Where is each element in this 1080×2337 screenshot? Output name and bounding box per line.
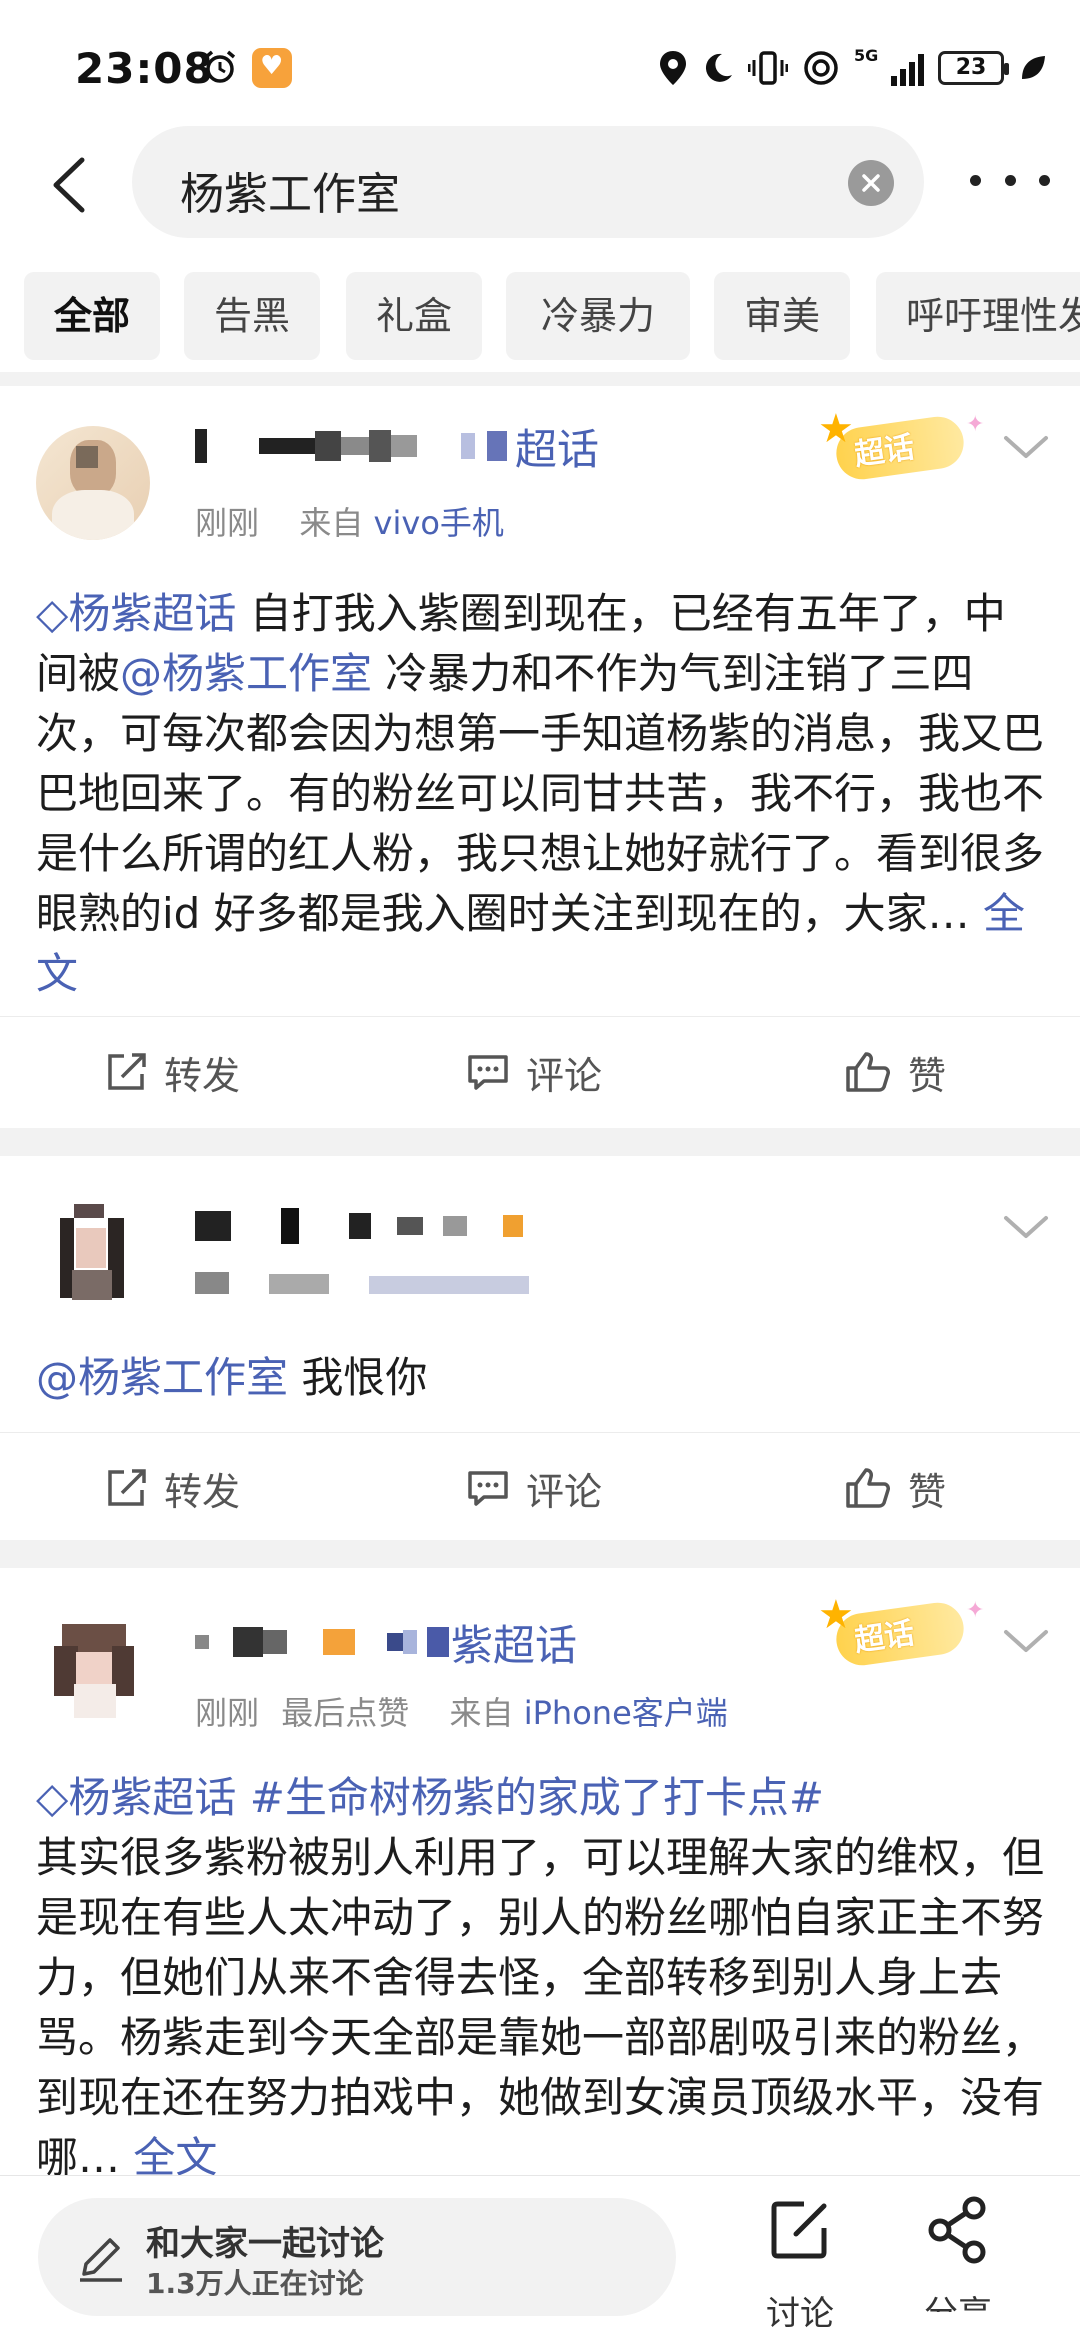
repost-icon bbox=[108, 1053, 146, 1090]
post-meta bbox=[195, 1264, 530, 1302]
repost-button[interactable]: 转发 bbox=[104, 1433, 240, 1543]
chevron-down-icon[interactable] bbox=[1002, 1212, 1050, 1242]
app-notification-icon bbox=[252, 48, 292, 88]
location-icon bbox=[660, 51, 686, 85]
edit-icon bbox=[771, 2201, 827, 2259]
back-button[interactable] bbox=[38, 150, 98, 220]
chevron-down-icon[interactable] bbox=[1002, 1626, 1050, 1656]
status-icons: 5G 23 bbox=[658, 46, 1048, 90]
status-time: 23:08 bbox=[75, 44, 214, 93]
user-name[interactable]: 紫超话 bbox=[195, 1612, 577, 1672]
chevron-down-icon[interactable] bbox=[1002, 432, 1050, 462]
user-name[interactable]: 超话 bbox=[195, 416, 599, 476]
post-actions: 转发 评论 赞 bbox=[0, 1432, 1080, 1542]
alarm-icon bbox=[204, 50, 236, 83]
diamond-icon: ◇ bbox=[36, 589, 69, 638]
user-name-suffix: 紫超话 bbox=[451, 1620, 578, 1670]
network-type: 5G bbox=[854, 46, 879, 65]
comment-icon bbox=[468, 1055, 508, 1090]
user-name-suffix: 超话 bbox=[515, 424, 600, 474]
comment-button[interactable]: 评论 bbox=[466, 1433, 602, 1543]
tab-gift-box[interactable]: 礼盒 bbox=[346, 272, 482, 360]
post-body: @杨紫工作室 我恨你 bbox=[36, 1353, 428, 1402]
filter-tabs: 全部 告黑 礼盒 冷暴力 审美 呼吁理性发 bbox=[0, 268, 1080, 368]
post-card[interactable]: @杨紫工作室 我恨你 转发 评论 赞 bbox=[0, 1156, 1080, 1540]
hashtag-link[interactable]: #生命树杨紫的家成了打卡点# bbox=[250, 1773, 824, 1822]
avatar[interactable] bbox=[36, 426, 150, 540]
avatar[interactable] bbox=[36, 1194, 150, 1308]
post-body: ◇杨紫超话 自打我入紫圈到现在，已经有五年了，中间被@杨紫工作室 冷暴力和不作为… bbox=[36, 589, 1045, 998]
post-time: 刚刚 bbox=[195, 504, 260, 542]
vibrate-icon bbox=[748, 51, 788, 85]
thumbs-up-icon bbox=[846, 1052, 890, 1092]
share-button[interactable]: 分享 bbox=[908, 2194, 1008, 2334]
search-header: 杨紫工作室 bbox=[0, 120, 1080, 250]
signal-indicator: 5G bbox=[854, 46, 924, 86]
topic-link[interactable]: ◇杨紫超话 bbox=[36, 1773, 236, 1822]
tab-rational-appeal[interactable]: 呼吁理性发 bbox=[876, 272, 1080, 360]
divider bbox=[0, 1128, 1080, 1156]
search-query: 杨紫工作室 bbox=[180, 169, 400, 220]
discuss-title: 和大家一起讨论 bbox=[146, 2224, 384, 2264]
post-card[interactable]: 紫超话 刚刚 最后点赞 来自 iPhone客户端 ★ 超话 ✦ ◇杨紫超话 #生… bbox=[0, 1568, 1080, 2182]
like-button[interactable]: 赞 bbox=[844, 1017, 946, 1127]
thumbs-up-icon bbox=[846, 1468, 890, 1508]
post-card[interactable]: 超话 刚刚 来自 vivo手机 ★ 超话 ✦ ◇杨紫超话 自打我入紫圈到现在，已… bbox=[0, 386, 1080, 1128]
post-body: ◇杨紫超话 #生命树杨紫的家成了打卡点# 其实很多紫粉被别人利用了，可以理解大家… bbox=[36, 1773, 1045, 2182]
search-input[interactable]: 杨紫工作室 bbox=[132, 126, 924, 238]
star-icon: ★ bbox=[818, 406, 854, 452]
diamond-icon: ◇ bbox=[36, 1773, 69, 1822]
status-bar: 23:08 5G 23 bbox=[0, 0, 1080, 135]
divider bbox=[0, 372, 1080, 386]
mention-link[interactable]: @杨紫工作室 bbox=[36, 1353, 288, 1402]
super-topic-badge: ★ 超话 ✦ bbox=[818, 1592, 988, 1678]
source-prefix: 来自 bbox=[299, 504, 364, 542]
pencil-icon bbox=[80, 2238, 122, 2282]
hotspot-icon bbox=[804, 51, 838, 85]
more-options-button[interactable] bbox=[970, 160, 1050, 200]
tab-cold-violence[interactable]: 冷暴力 bbox=[506, 272, 690, 360]
tab-all[interactable]: 全部 bbox=[24, 272, 160, 360]
discuss-button[interactable]: 讨论 bbox=[750, 2194, 850, 2334]
post-actions: 转发 评论 赞 bbox=[0, 1016, 1080, 1126]
tab-aesthetics[interactable]: 审美 bbox=[714, 272, 850, 360]
tab-report-black[interactable]: 告黑 bbox=[184, 272, 320, 360]
discuss-count: 1.3万人正在讨论 bbox=[146, 2267, 364, 2300]
repost-button[interactable]: 转发 bbox=[104, 1017, 240, 1127]
comment-icon bbox=[468, 1471, 508, 1506]
discuss-input[interactable]: 和大家一起讨论 1.3万人正在讨论 bbox=[38, 2198, 676, 2316]
share-icon bbox=[928, 2196, 986, 2264]
battery-indicator: 23 bbox=[938, 51, 1009, 85]
post-meta: 刚刚 最后点赞 来自 iPhone客户端 bbox=[195, 1688, 728, 1734]
back-arrow-icon bbox=[53, 157, 85, 213]
post-time: 刚刚 bbox=[195, 1694, 260, 1732]
leaf-icon bbox=[1022, 56, 1045, 79]
bottom-bar: 和大家一起讨论 1.3万人正在讨论 讨论 分享 bbox=[0, 2175, 1080, 2337]
sparkle-icon: ✦ bbox=[966, 1598, 985, 1623]
post-source[interactable]: vivo手机 bbox=[374, 504, 504, 542]
sparkle-icon: ✦ bbox=[966, 412, 985, 437]
user-name[interactable] bbox=[195, 1196, 523, 1256]
divider bbox=[0, 1540, 1080, 1568]
star-icon: ★ bbox=[818, 1592, 854, 1638]
clear-search-button[interactable] bbox=[848, 160, 894, 206]
mention-link[interactable]: @杨紫工作室 bbox=[120, 649, 372, 698]
comment-button[interactable]: 评论 bbox=[466, 1017, 602, 1127]
close-icon bbox=[862, 174, 880, 192]
like-button[interactable]: 赞 bbox=[844, 1433, 946, 1543]
post-meta: 刚刚 来自 vivo手机 bbox=[195, 498, 504, 544]
source-prefix: 来自 bbox=[449, 1694, 514, 1732]
post-source[interactable]: iPhone客户端 bbox=[524, 1694, 728, 1732]
last-liked: 最后点赞 bbox=[281, 1694, 410, 1732]
avatar[interactable] bbox=[36, 1612, 150, 1726]
moon-icon bbox=[705, 53, 732, 82]
topic-link[interactable]: ◇杨紫超话 bbox=[36, 589, 236, 638]
super-topic-badge: ★ 超话 ✦ bbox=[818, 406, 988, 492]
repost-icon bbox=[108, 1469, 146, 1506]
